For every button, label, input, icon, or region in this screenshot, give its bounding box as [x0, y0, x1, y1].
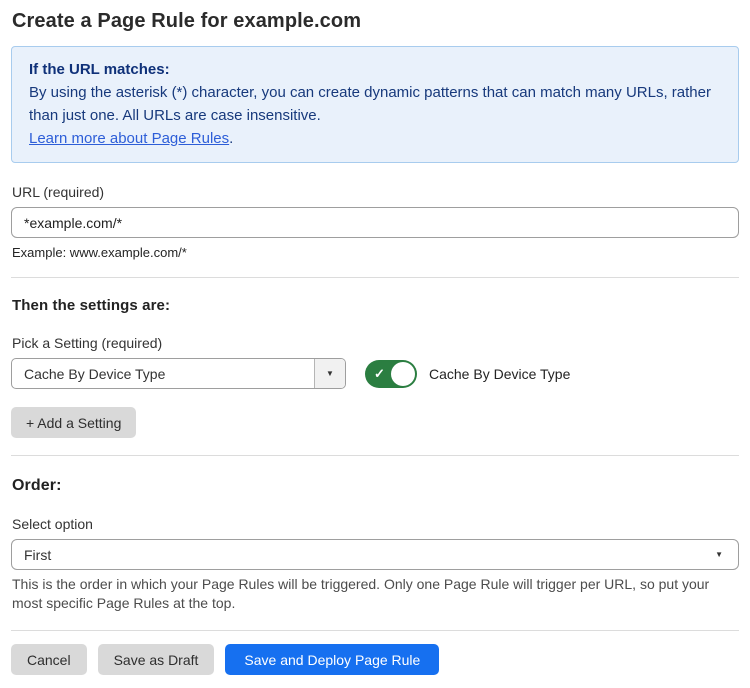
info-box-link-line: Learn more about Page Rules.: [29, 127, 721, 150]
setting-select-arrow-button[interactable]: ▼: [314, 359, 345, 388]
divider: [11, 630, 739, 631]
toggle-knob: [391, 362, 415, 386]
url-label: URL (required): [12, 184, 739, 200]
learn-more-link[interactable]: Learn more about Page Rules: [29, 130, 229, 147]
setting-toggle[interactable]: ✓: [365, 360, 417, 388]
form-footer: Cancel Save as Draft Save and Deploy Pag…: [11, 644, 739, 675]
order-select[interactable]: First ▼: [11, 539, 739, 570]
order-select-value: First: [12, 547, 715, 563]
setting-select-value: Cache By Device Type: [12, 359, 314, 388]
page-title: Create a Page Rule for example.com: [12, 10, 739, 33]
caret-down-icon: ▼: [715, 551, 738, 559]
check-icon: ✓: [374, 367, 385, 380]
url-match-info-box: If the URL matches: By using the asteris…: [11, 46, 739, 163]
create-page-rule-form: Create a Page Rule for example.com If th…: [0, 0, 750, 675]
pick-setting-label: Pick a Setting (required): [12, 335, 739, 351]
caret-down-icon: ▼: [326, 370, 334, 378]
select-option-label: Select option: [12, 516, 739, 532]
info-box-heading: If the URL matches:: [29, 58, 721, 81]
order-section-heading: Order:: [12, 477, 739, 495]
order-description: This is the order in which your Page Rul…: [12, 575, 739, 613]
settings-section-heading: Then the settings are:: [12, 297, 739, 314]
setting-row: Cache By Device Type ▼ ✓ Cache By Device…: [11, 358, 739, 389]
url-input[interactable]: [11, 207, 739, 238]
setting-toggle-label: Cache By Device Type: [429, 366, 570, 382]
add-setting-button[interactable]: + Add a Setting: [11, 407, 136, 438]
save-deploy-button[interactable]: Save and Deploy Page Rule: [225, 644, 439, 675]
cancel-button[interactable]: Cancel: [11, 644, 87, 675]
link-suffix-text: .: [229, 130, 233, 147]
divider: [11, 277, 739, 278]
save-draft-button[interactable]: Save as Draft: [98, 644, 215, 675]
divider: [11, 455, 739, 456]
setting-select[interactable]: Cache By Device Type ▼: [11, 358, 346, 389]
info-box-body: By using the asterisk (*) character, you…: [29, 81, 721, 127]
url-example-hint: Example: www.example.com/*: [12, 245, 739, 260]
